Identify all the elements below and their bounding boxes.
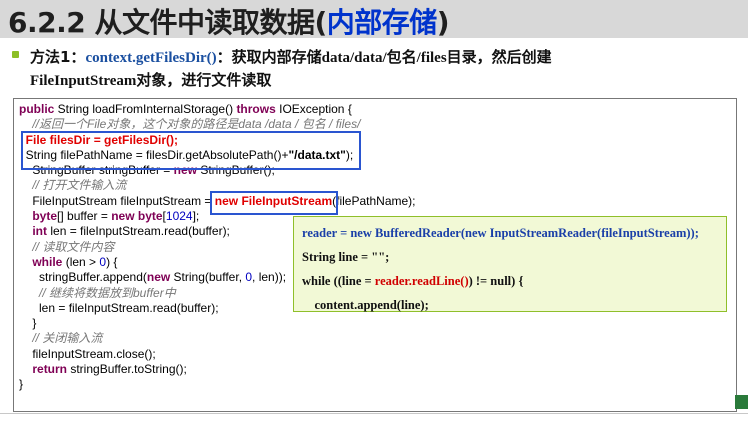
method-name: context.getFilesDir() bbox=[85, 50, 217, 66]
decor-bar bbox=[735, 395, 748, 409]
highlight-box-filesdir bbox=[21, 131, 361, 170]
slide-title: 6.2.2 从文件中读取数据(内部存储) bbox=[8, 6, 450, 39]
title-highlight: 内部存储 bbox=[326, 6, 438, 39]
bullet-icon bbox=[12, 51, 19, 58]
tip-box: reader = new BufferedReader(new InputStr… bbox=[293, 216, 727, 312]
tip-code: reader = new BufferedReader(new InputStr… bbox=[302, 226, 699, 312]
footer-divider bbox=[0, 413, 748, 414]
bullet-text: 方法1：context.getFilesDir()：获取内部存储data/dat… bbox=[30, 48, 552, 89]
highlight-box-new-stream bbox=[210, 191, 338, 215]
